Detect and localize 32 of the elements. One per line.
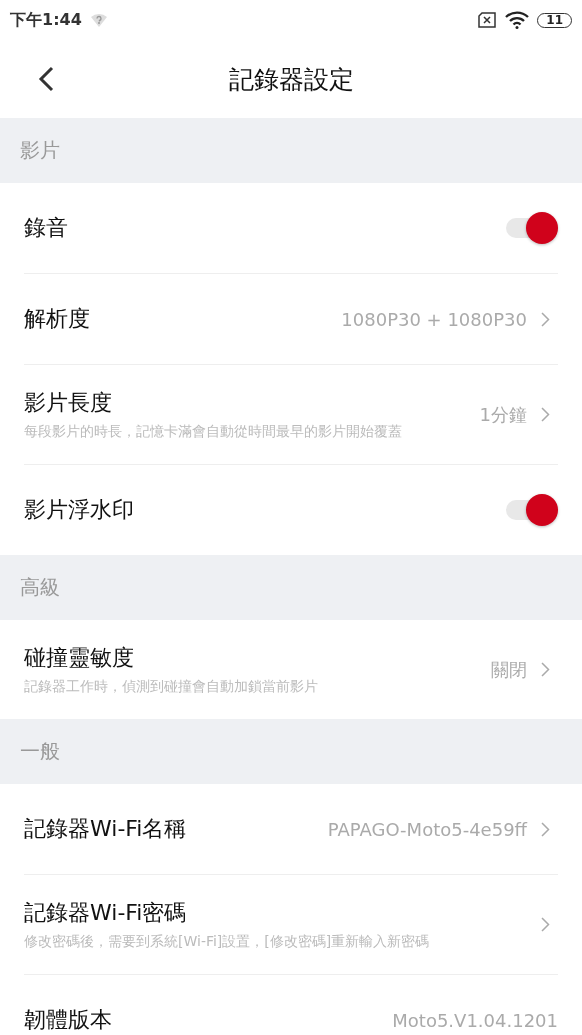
setting-value: PAPAGO-Moto5-4e59ff xyxy=(327,818,527,840)
setting-title: 記錄器Wi-Fi名稱 xyxy=(24,815,188,843)
setting-description: 每段影片的時長，記憶卡滿會自動從時間最早的影片開始覆蓋 xyxy=(24,422,403,441)
section-title: 影片 xyxy=(20,137,60,164)
setting-value: 關閉 xyxy=(491,657,527,682)
chevron-icon[interactable] xyxy=(541,662,550,677)
back-icon[interactable] xyxy=(38,66,54,92)
setting-title: 影片長度 xyxy=(24,389,113,417)
toggle-switch[interactable] xyxy=(506,212,558,244)
chevron-icon[interactable] xyxy=(541,917,550,932)
chevron-icon[interactable] xyxy=(541,407,550,422)
setting-description: 修改密碼後，需要到系統[Wi-Fi]設置，[修改密碼]重新輸入新密碼 xyxy=(24,932,431,951)
setting-value: 1080P30 + 1080P30 xyxy=(341,308,527,330)
setting-value: 1分鐘 xyxy=(479,402,527,427)
wifi-question-icon xyxy=(89,12,108,28)
setting-title: 韌體版本 xyxy=(24,1006,113,1034)
setting-title: 碰撞靈敏度 xyxy=(24,644,135,672)
setting-title: 錄音 xyxy=(24,214,69,242)
toggle-switch[interactable] xyxy=(506,494,558,526)
chevron-icon[interactable] xyxy=(541,311,550,327)
setting-title: 影片浮水印 xyxy=(24,496,135,524)
status-time: 下午1:44 xyxy=(10,9,82,31)
wifi-icon xyxy=(505,11,530,29)
setting-title: 解析度 xyxy=(24,305,91,333)
section-title: 一般 xyxy=(20,738,60,765)
page-title: 記錄器設定 xyxy=(228,63,354,96)
setting-value: Moto5.V1.04.1201 xyxy=(392,1009,558,1031)
setting-description: 記錄器工作時，偵測到碰撞會自動加鎖當前影片 xyxy=(24,677,319,696)
setting-title: 記錄器Wi-Fi密碼 xyxy=(24,899,188,927)
section-title: 高級 xyxy=(20,574,60,601)
no-sim-icon xyxy=(477,12,498,28)
chevron-icon[interactable] xyxy=(541,821,550,837)
